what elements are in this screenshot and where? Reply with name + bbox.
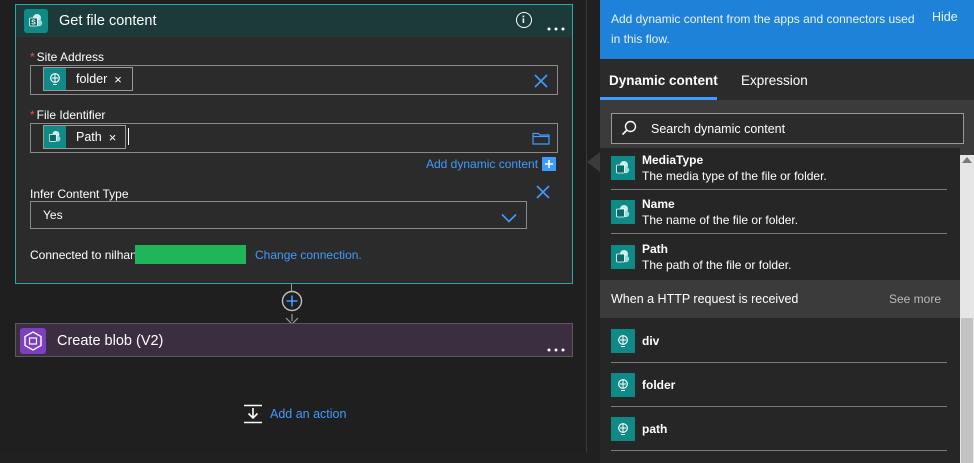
sharepoint-icon: S bbox=[24, 9, 48, 33]
list-item-title[interactable]: Name bbox=[642, 197, 675, 211]
sharepoint-icon bbox=[611, 156, 635, 180]
folder-browse-icon[interactable] bbox=[532, 131, 550, 145]
see-more-link[interactable]: See more bbox=[889, 292, 941, 306]
infer-content-type-select[interactable] bbox=[30, 201, 527, 229]
add-dynamic-content-link[interactable]: Add dynamic content bbox=[426, 157, 538, 171]
text-cursor bbox=[128, 128, 129, 145]
chevron-down-icon[interactable] bbox=[501, 210, 517, 223]
site-address-label: * Site Address bbox=[30, 50, 105, 64]
more-options-icon[interactable] bbox=[547, 339, 565, 352]
tab-expression[interactable]: Expression bbox=[741, 73, 808, 88]
blob-storage-icon bbox=[20, 328, 46, 354]
infer-content-type-value: Yes bbox=[43, 208, 63, 222]
change-connection-link[interactable]: Change connection. bbox=[255, 248, 362, 262]
list-item-title[interactable]: path bbox=[642, 422, 667, 436]
add-action-icon[interactable] bbox=[242, 404, 264, 424]
list-item-title[interactable]: Path bbox=[642, 242, 668, 256]
list-item-title[interactable]: div bbox=[642, 334, 659, 348]
list-item-desc: The name of the file or folder. bbox=[642, 213, 799, 227]
divider bbox=[611, 189, 947, 190]
search-placeholder: Search dynamic content bbox=[651, 122, 786, 136]
http-request-icon bbox=[44, 68, 66, 90]
scroll-up-icon[interactable] bbox=[962, 157, 972, 163]
clear-field-icon[interactable] bbox=[534, 74, 548, 88]
list-item-title[interactable]: folder bbox=[642, 378, 675, 392]
list-item-desc: The media type of the file or folder. bbox=[642, 169, 827, 183]
connected-to-text: Connected to nilhan bbox=[30, 248, 137, 262]
list-item-desc: The path of the file or folder. bbox=[642, 258, 792, 272]
file-identifier-token[interactable]: Path × bbox=[43, 125, 126, 149]
panel-pointer bbox=[587, 152, 600, 172]
search-icon bbox=[621, 120, 637, 136]
more-options-icon[interactable] bbox=[547, 18, 565, 31]
sharepoint-icon bbox=[611, 200, 635, 224]
sharepoint-icon bbox=[44, 126, 66, 148]
info-icon[interactable] bbox=[516, 12, 532, 28]
divider bbox=[611, 450, 947, 451]
svg-text:S: S bbox=[31, 20, 36, 27]
http-request-icon bbox=[611, 417, 635, 441]
remove-parameter-icon[interactable] bbox=[536, 185, 550, 199]
tab-dynamic-content[interactable]: Dynamic content bbox=[609, 73, 718, 88]
site-address-token[interactable]: folder × bbox=[43, 67, 133, 91]
divider bbox=[611, 406, 947, 407]
hide-panel-button[interactable]: Hide bbox=[932, 10, 958, 24]
divider bbox=[611, 362, 947, 363]
connector-arrow-icon bbox=[284, 312, 300, 325]
sharepoint-icon bbox=[611, 245, 635, 269]
panel-banner-text: Add dynamic content from the apps and co… bbox=[611, 12, 915, 46]
http-request-icon bbox=[611, 329, 635, 353]
add-dynamic-content-icon[interactable] bbox=[542, 157, 556, 171]
list-item-title[interactable]: MediaType bbox=[642, 153, 703, 167]
canvas-divider bbox=[586, 0, 587, 452]
file-identifier-label: * File Identifier bbox=[30, 108, 106, 122]
token-remove-icon[interactable]: × bbox=[114, 72, 122, 87]
scrollbar-thumb[interactable] bbox=[961, 318, 973, 463]
infer-content-type-label: Infer Content Type bbox=[30, 187, 129, 201]
create-blob-title: Create blob (V2) bbox=[57, 333, 164, 349]
http-request-icon bbox=[611, 373, 635, 397]
section-title: When a HTTP request is received bbox=[611, 292, 799, 306]
action-title: Get file content bbox=[59, 13, 157, 29]
insert-step-icon[interactable] bbox=[281, 290, 303, 312]
add-action-link[interactable]: Add an action bbox=[270, 407, 346, 421]
divider bbox=[611, 233, 947, 234]
token-remove-icon[interactable]: × bbox=[109, 130, 117, 145]
redacted-block bbox=[135, 245, 246, 264]
